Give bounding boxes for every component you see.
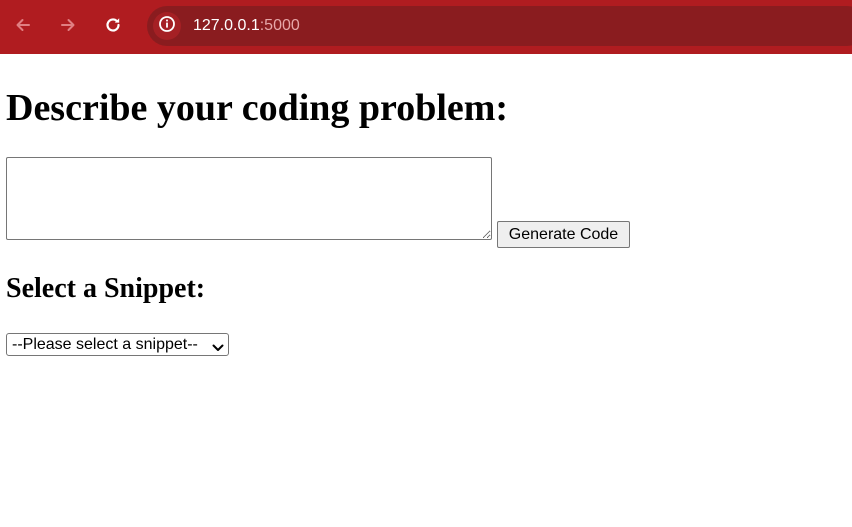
url-port: :5000 [259, 17, 300, 34]
url-text: 127.0.0.1:5000 [193, 16, 300, 36]
reload-button[interactable] [99, 13, 127, 41]
problem-description-input[interactable] [6, 157, 492, 240]
browser-toolbar: 127.0.0.1:5000 [0, 0, 852, 54]
snippet-select-value: --Please select a snippet-- [12, 336, 198, 353]
arrow-left-icon [13, 15, 33, 40]
arrow-right-icon [58, 15, 78, 40]
snippet-heading: Select a Snippet: [6, 273, 206, 304]
info-icon [158, 15, 176, 38]
snippet-select[interactable]: --Please select a snippet-- [6, 333, 229, 356]
back-button[interactable] [9, 13, 37, 41]
page-content: Describe your coding problem: Generate C… [0, 54, 852, 527]
page-title: Describe your coding problem: [6, 87, 509, 129]
chevron-down-icon [212, 340, 224, 351]
forward-button[interactable] [54, 13, 82, 41]
url-host: 127.0.0.1 [193, 17, 260, 34]
reload-icon [103, 15, 123, 40]
generate-code-button[interactable]: Generate Code [497, 221, 630, 248]
site-info-button[interactable] [153, 12, 181, 40]
address-bar[interactable]: 127.0.0.1:5000 [147, 6, 852, 46]
